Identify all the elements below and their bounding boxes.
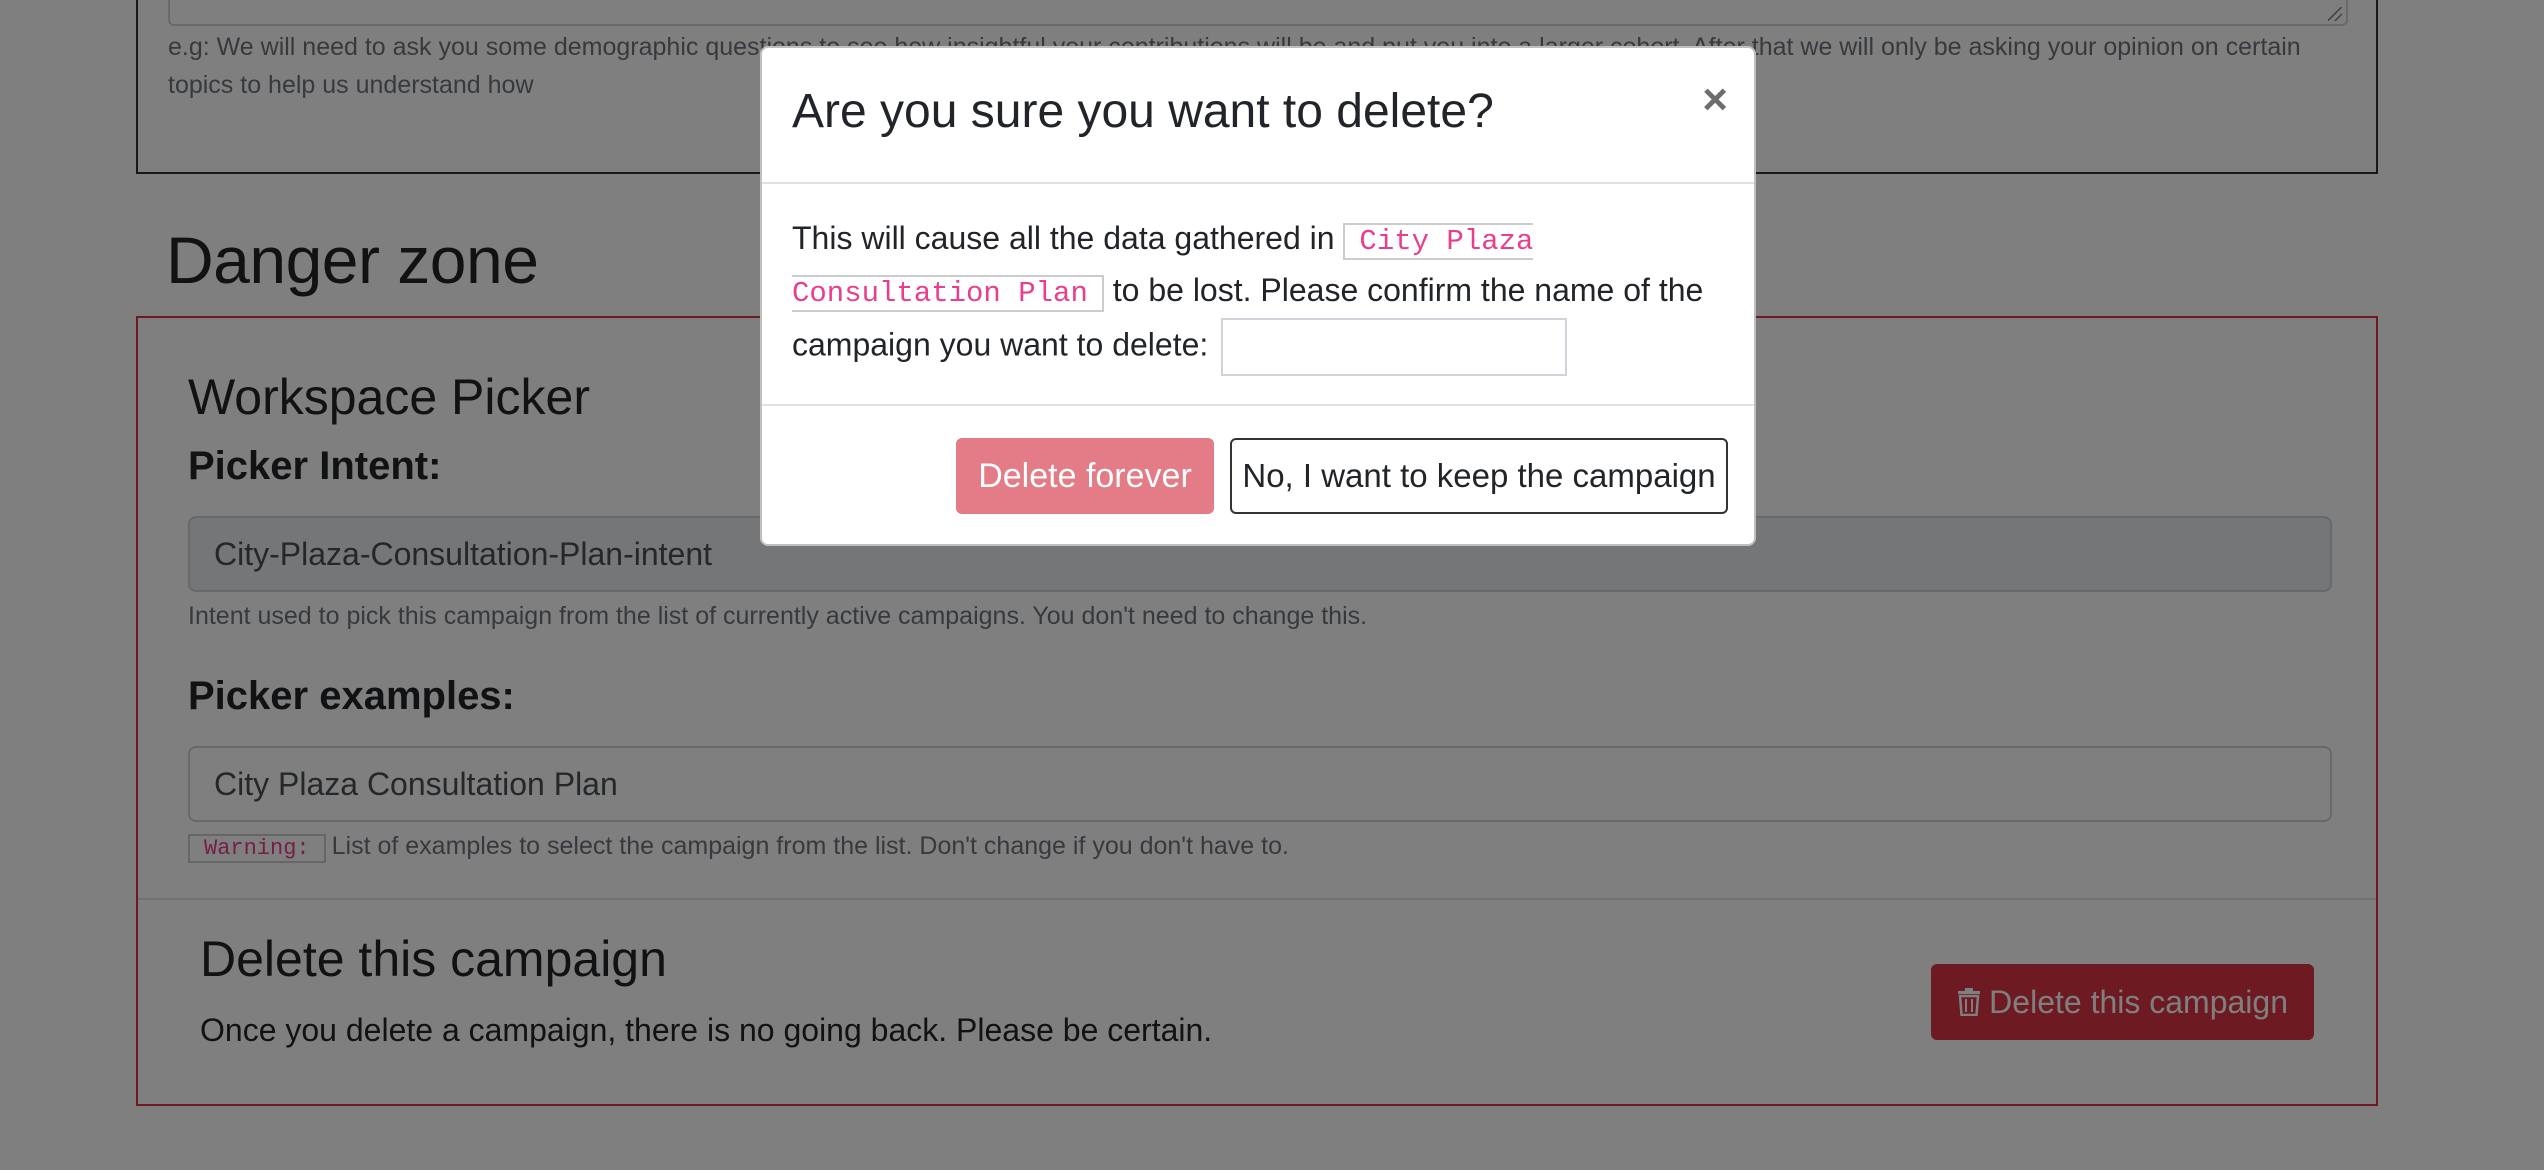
delete-confirm-modal: Are you sure you want to delete? × This … bbox=[760, 46, 1756, 546]
modal-header: Are you sure you want to delete? × bbox=[762, 48, 1754, 184]
modal-footer: Delete forever No, I want to keep the ca… bbox=[762, 404, 1754, 544]
close-icon[interactable]: × bbox=[1702, 78, 1728, 122]
modal-title: Are you sure you want to delete? bbox=[792, 85, 1494, 138]
confirm-campaign-name-input[interactable] bbox=[1221, 318, 1568, 376]
delete-forever-button[interactable]: Delete forever bbox=[956, 438, 1214, 514]
modal-body-prefix: This will cause all the data gathered in bbox=[792, 220, 1344, 256]
page: e.g: We will need to ask you some demogr… bbox=[0, 0, 2544, 1170]
keep-campaign-button[interactable]: No, I want to keep the campaign bbox=[1230, 438, 1728, 514]
modal-body: This will cause all the data gathered in… bbox=[792, 214, 1732, 376]
